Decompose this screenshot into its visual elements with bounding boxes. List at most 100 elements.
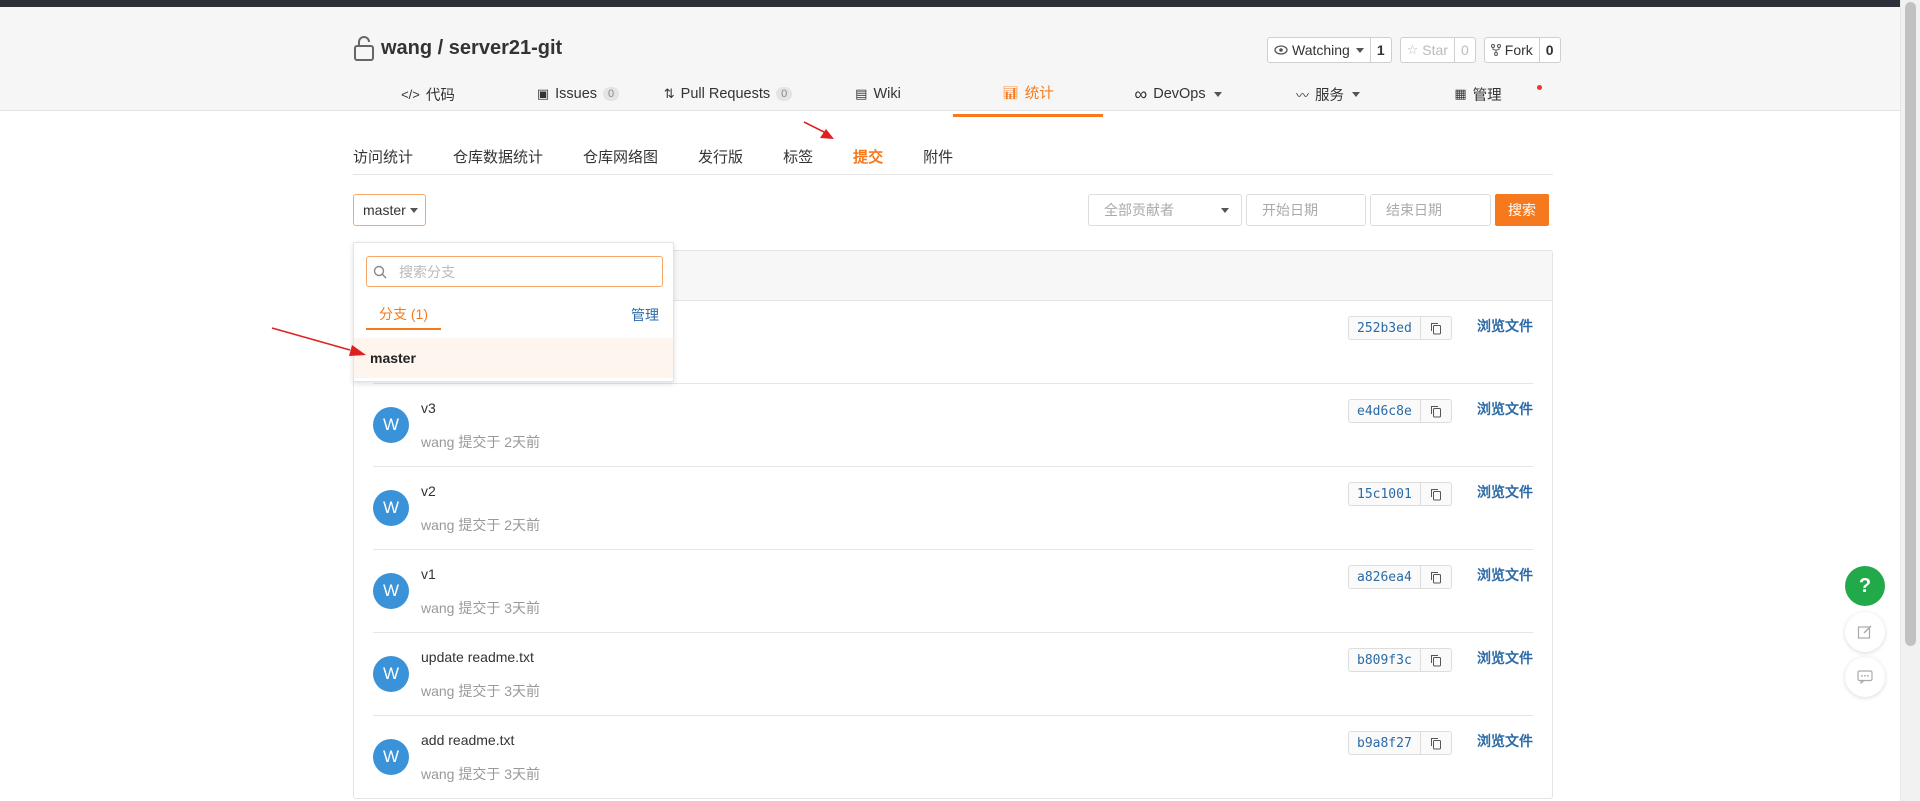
commit-sha-link[interactable]: b9a8f27: [1349, 732, 1421, 754]
subtab-repo-data[interactable]: 仓库数据统计: [453, 140, 543, 174]
chat-icon: [1857, 670, 1873, 684]
copy-icon[interactable]: [1421, 483, 1451, 505]
avatar[interactable]: W: [373, 573, 409, 609]
browse-files-link[interactable]: 浏览文件: [1477, 731, 1533, 751]
commit-sha-link[interactable]: 15c1001: [1349, 483, 1421, 505]
avatar[interactable]: W: [373, 739, 409, 775]
commit-sha-link[interactable]: 252b3ed: [1349, 317, 1421, 339]
contributor-placeholder: 全部贡献者: [1104, 202, 1174, 218]
browse-files-link[interactable]: 浏览文件: [1477, 482, 1533, 502]
browse-files-link[interactable]: 浏览文件: [1477, 316, 1533, 336]
copy-icon[interactable]: [1421, 400, 1451, 422]
lock-icon: [354, 36, 374, 61]
copy-icon[interactable]: [1421, 649, 1451, 671]
commit-message[interactable]: update readme.txt: [421, 649, 534, 665]
avatar[interactable]: W: [373, 656, 409, 692]
tab-wiki-label: Wiki: [873, 86, 901, 102]
pull-request-icon: ⇅: [663, 86, 675, 101]
book-icon: ▤: [855, 86, 868, 101]
tab-manage-label: 管理: [1472, 87, 1502, 104]
commit-author[interactable]: wang: [421, 517, 454, 533]
manage-branches-link[interactable]: 管理: [631, 300, 659, 330]
commit-sha: e4d6c8e: [1348, 399, 1452, 423]
commit-message[interactable]: add readme.txt: [421, 732, 514, 748]
tab-wiki[interactable]: ▤ Wiki: [803, 71, 953, 117]
browse-files-link[interactable]: 浏览文件: [1477, 565, 1533, 585]
commit-sha: b809f3c: [1348, 648, 1452, 672]
tab-issues[interactable]: ▣ Issues 0: [503, 71, 653, 117]
tab-stats[interactable]: 📊︎ 统计: [953, 71, 1103, 117]
subtab-visits[interactable]: 访问统计: [353, 140, 413, 174]
tab-pull-requests[interactable]: ⇅ Pull Requests 0: [653, 71, 803, 117]
copy-icon[interactable]: [1421, 317, 1451, 339]
repo-separator: /: [432, 36, 449, 59]
edit-icon: [1857, 625, 1872, 639]
arrow-to-commits-tab: [803, 121, 834, 139]
subtab-attachments[interactable]: 附件: [923, 140, 953, 174]
search-button[interactable]: 搜索: [1495, 194, 1549, 226]
commit-sha: 252b3ed: [1348, 316, 1452, 340]
fork-count[interactable]: 0: [1540, 38, 1560, 62]
tab-issues-label: Issues: [555, 86, 598, 102]
subtab-releases[interactable]: 发行版: [698, 140, 743, 174]
tab-code[interactable]: </> 代码: [353, 71, 503, 117]
repo-name[interactable]: server21-git: [449, 37, 562, 60]
tab-branches[interactable]: 分支 (1): [366, 300, 441, 330]
avatar[interactable]: W: [373, 490, 409, 526]
commit-row: W v3 wang 提交于 2天前 e4d6c8e 浏览文件: [373, 384, 1533, 467]
feedback-button[interactable]: [1845, 612, 1885, 652]
issues-count-badge: 0: [603, 87, 620, 101]
star-count[interactable]: 0: [1455, 38, 1475, 62]
commit-time: 提交于 3天前: [458, 766, 541, 782]
browse-files-link[interactable]: 浏览文件: [1477, 648, 1533, 668]
commit-row: W add readme.txt wang 提交于 3天前 b9a8f27 浏览…: [373, 716, 1533, 799]
tab-manage[interactable]: ▦ 管理: [1403, 71, 1553, 117]
watch-button[interactable]: Watching 1: [1267, 37, 1392, 63]
tab-services[interactable]: 〰 服务: [1253, 71, 1403, 117]
chat-button[interactable]: [1845, 657, 1885, 697]
help-button[interactable]: ?: [1845, 566, 1885, 606]
tab-services-label: 服务: [1315, 87, 1344, 104]
commit-author[interactable]: wang: [421, 683, 454, 699]
commit-sha-link[interactable]: b809f3c: [1349, 649, 1421, 671]
branch-select[interactable]: master: [353, 194, 426, 226]
bar-chart-icon: 📊︎: [1002, 84, 1019, 100]
branch-item-master[interactable]: master: [354, 338, 673, 378]
fork-button[interactable]: Fork 0: [1483, 37, 1561, 63]
avatar[interactable]: W: [373, 407, 409, 443]
tab-devops[interactable]: ∞ DevOps: [1103, 71, 1253, 117]
issue-icon: ▣: [536, 86, 550, 101]
start-date-input[interactable]: 开始日期: [1246, 194, 1366, 226]
tab-stats-label: 统计: [1024, 86, 1054, 102]
repo-owner[interactable]: wang: [381, 37, 432, 60]
repo-title: wang / server21-git: [353, 31, 562, 65]
commit-sha-link[interactable]: a826ea4: [1349, 566, 1421, 588]
scrollbar[interactable]: [1900, 0, 1920, 801]
commit-author[interactable]: wang: [421, 434, 454, 450]
subtab-network[interactable]: 仓库网络图: [583, 140, 658, 174]
commit-message[interactable]: v3: [421, 400, 436, 416]
eye-icon: [1274, 45, 1288, 55]
copy-icon[interactable]: [1421, 732, 1451, 754]
commit-message[interactable]: v1: [421, 566, 436, 582]
commit-message[interactable]: v2: [421, 483, 436, 499]
commit-sha-link[interactable]: e4d6c8e: [1349, 400, 1421, 422]
browse-files-link[interactable]: 浏览文件: [1477, 399, 1533, 419]
top-bar: [0, 0, 1900, 7]
commit-author[interactable]: wang: [421, 766, 454, 782]
commit-author[interactable]: wang: [421, 600, 454, 616]
subtab-tags[interactable]: 标签: [783, 140, 813, 174]
copy-icon[interactable]: [1421, 566, 1451, 588]
end-date-input[interactable]: 结束日期: [1370, 194, 1491, 226]
settings-doc-icon: ▦: [1454, 86, 1467, 101]
commit-sha: 15c1001: [1348, 482, 1452, 506]
star-button[interactable]: ☆ Star 0: [1399, 37, 1476, 63]
contributor-select[interactable]: 全部贡献者: [1088, 194, 1242, 226]
arrow-to-master-branch: [271, 327, 366, 356]
scrollbar-thumb[interactable]: [1905, 2, 1916, 646]
commit-time: 提交于 2天前: [458, 434, 541, 450]
commit-time: 提交于 3天前: [458, 600, 541, 616]
branch-search-input[interactable]: 搜索分支: [366, 256, 663, 287]
subtab-commits[interactable]: 提交: [853, 140, 883, 174]
watch-count[interactable]: 1: [1371, 38, 1391, 62]
